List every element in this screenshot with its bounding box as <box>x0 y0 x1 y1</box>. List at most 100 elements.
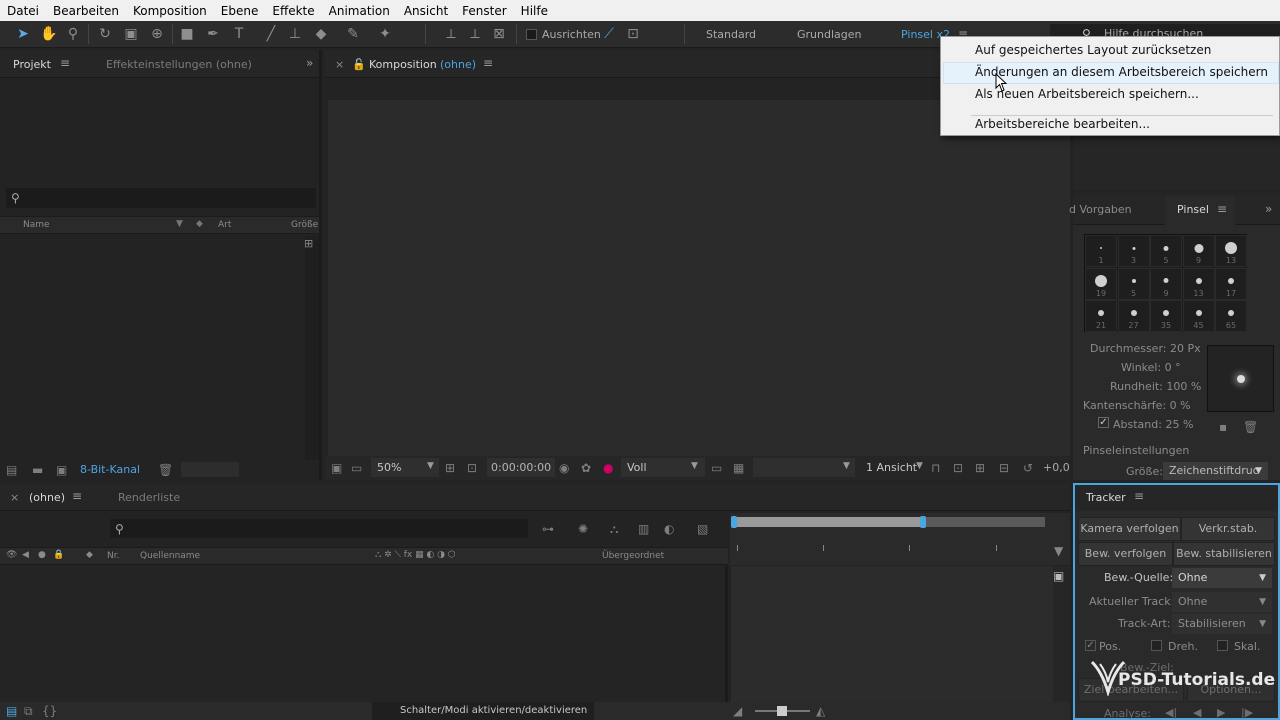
toggle-panes-icon[interactable]: ▤ <box>6 703 17 719</box>
audio-icon[interactable]: ◀ <box>22 550 29 560</box>
motion-blur-icon[interactable]: ◐ <box>664 521 674 537</box>
brush-tip[interactable]: 5 <box>1117 267 1150 300</box>
menu-komposition[interactable]: Komposition <box>126 4 214 18</box>
rotation-checkbox[interactable] <box>1151 640 1162 651</box>
graph-editor-icon[interactable]: ▧ <box>697 521 708 537</box>
local-axis-icon[interactable]: ⟂ <box>442 25 460 43</box>
workspace-grundlagen[interactable]: Grundlagen <box>797 28 862 41</box>
brush-tip[interactable]: 13 <box>1215 235 1247 267</box>
camera-view-dropdown[interactable]: ▼ <box>753 458 855 477</box>
views-dropdown[interactable]: 1 Ansicht <box>866 461 917 474</box>
new-composition-icon[interactable]: ▣ <box>56 462 67 478</box>
eraser-tool-icon[interactable]: ◆ <box>312 25 330 43</box>
color-channel-icon[interactable]: ● <box>603 460 613 476</box>
brush-tip[interactable]: 13 <box>1182 267 1215 300</box>
label-tag-icon[interactable]: ◆ <box>86 550 93 560</box>
project-menu-icon[interactable]: ≡ <box>60 56 70 70</box>
tab-timeline[interactable]: (ohne) <box>29 491 65 504</box>
analyze-back-step-button[interactable]: ◀| <box>1165 706 1177 719</box>
timeline-menu-icon[interactable]: ≡ <box>72 489 82 503</box>
menu-bearbeiten[interactable]: Bearbeiten <box>46 4 126 18</box>
track-motion-button[interactable]: Bew. verfolgen <box>1078 542 1173 566</box>
brush-tip[interactable]: 1 <box>1085 235 1117 267</box>
flowchart-icon[interactable]: ▣ <box>1053 568 1064 584</box>
zoom-dropdown[interactable]: 50% ▼ <box>371 458 439 477</box>
zoom-out-icon[interactable]: ◢ <box>733 703 742 719</box>
brush-tip[interactable]: 21 <box>1085 300 1117 332</box>
sort-arrow-icon[interactable]: ▼ <box>176 219 183 229</box>
project-search-input[interactable]: ⚲ <box>6 188 316 208</box>
panel-overflow-icon[interactable]: » <box>306 56 313 70</box>
brush-tip[interactable]: 9 <box>1150 267 1182 300</box>
project-footer-slider[interactable] <box>181 462 239 477</box>
label-tag-icon[interactable]: ◆ <box>196 219 203 229</box>
toggle-pixel-aspect-icon[interactable]: ⊓ <box>931 460 940 476</box>
align-checkbox[interactable] <box>526 29 537 40</box>
eye-icon[interactable]: 👁 <box>6 550 17 560</box>
interpret-footage-icon[interactable]: ▤ <box>6 462 17 478</box>
draft-3d-icon[interactable]: ✺ <box>578 521 588 537</box>
menu-fenster[interactable]: Fenster <box>455 4 514 18</box>
tab-composition[interactable]: Komposition <box>369 58 437 71</box>
menu-ebene[interactable]: Ebene <box>214 4 266 18</box>
close-tab-icon[interactable]: × <box>335 58 344 71</box>
brush-tip[interactable]: 19 <box>1085 267 1117 300</box>
current-track-dropdown[interactable]: Ohne ▼ <box>1172 592 1272 612</box>
exposure-value[interactable]: +0,0 <box>1043 461 1070 474</box>
toggle-switches-modes-button[interactable]: Schalter/Modi aktivieren/deaktivieren <box>372 702 594 720</box>
brush-spacing[interactable]: Abstand: 25 % <box>1113 418 1193 431</box>
menu-datei[interactable]: Datei <box>0 4 46 18</box>
brush-diameter[interactable]: Durchmesser: 20 Px <box>1090 342 1201 355</box>
timeline-graph-area[interactable] <box>731 566 1053 702</box>
brush-tip[interactable]: 35 <box>1150 300 1182 332</box>
brush-tip[interactable]: 17 <box>1215 267 1247 300</box>
brush-tip[interactable]: 45 <box>1182 300 1215 332</box>
comp-button-icon[interactable]: ▼ <box>1054 543 1063 559</box>
menu-animation[interactable]: Animation <box>322 4 397 18</box>
grid-icon[interactable]: ⊞ <box>445 460 455 476</box>
flowchart-icon[interactable]: ⊟ <box>999 460 1009 476</box>
rotate-tool-icon[interactable]: ↻ <box>96 25 114 43</box>
brush-tip[interactable]: 27 <box>1117 300 1150 332</box>
track-type-dropdown[interactable]: Stabilisieren ▼ <box>1172 614 1272 634</box>
lock-icon[interactable]: 🔓 <box>352 58 366 71</box>
brush-size-dropdown[interactable]: Zeichenstiftdruc ▼ <box>1163 462 1268 480</box>
transparency-grid-icon[interactable]: ⊡ <box>467 460 477 476</box>
stabilize-motion-button[interactable]: Bew. stabilisieren <box>1173 542 1275 566</box>
column-source-name[interactable]: Quellenname <box>140 551 200 561</box>
fast-previews-icon[interactable]: ⊡ <box>953 460 963 476</box>
project-scrollbar[interactable] <box>305 236 319 462</box>
column-name[interactable]: Name <box>23 220 50 230</box>
tracker-menu-icon[interactable]: ≡ <box>1134 489 1144 503</box>
brush-tip[interactable]: 9 <box>1182 235 1215 267</box>
tab-brushes[interactable]: Pinsel <box>1177 203 1209 216</box>
warp-stabilizer-button[interactable]: Verkr.stab. <box>1181 517 1275 541</box>
pen-tool-icon[interactable]: ✒ <box>204 25 222 43</box>
bit-depth-button[interactable]: 8-Bit-Kanal <box>80 463 140 476</box>
resolution-dropdown[interactable]: Voll ▼ <box>621 458 705 477</box>
motion-source-dropdown[interactable]: Ohne ▼ <box>1172 568 1272 588</box>
new-brush-icon[interactable]: ▪ <box>1219 419 1227 435</box>
frame-blending-icon[interactable]: ▥ <box>638 521 649 537</box>
menu-item-save-changes[interactable]: Änderungen an diesem Arbeitsbereich spei… <box>975 65 1268 79</box>
in-out-icon[interactable]: {} <box>42 703 57 719</box>
brush-hardness[interactable]: Kantenschärfe: 0 % <box>1083 399 1191 412</box>
show-snapshot-icon[interactable]: ✿ <box>581 460 591 476</box>
work-area-range[interactable] <box>735 517 923 527</box>
zoom-in-icon[interactable]: ◭ <box>816 703 825 719</box>
tab-project[interactable]: Projekt <box>13 58 51 71</box>
layer-switches-icon[interactable]: ⛬ ✲ ⟍ fx ▦ ◐ ◑ ⬡ <box>375 550 456 560</box>
tab-presets[interactable]: d Vorgaben <box>1069 203 1132 216</box>
roto-brush-tool-icon[interactable]: ✎ <box>344 25 362 43</box>
solo-icon[interactable]: ● <box>38 550 46 560</box>
timeline-icon[interactable]: ⊞ <box>975 460 985 476</box>
scale-checkbox[interactable] <box>1217 640 1228 651</box>
brush-tip[interactable]: 5 <box>1150 235 1182 267</box>
timeline-scrollbar[interactable]: ▣ <box>1053 566 1070 702</box>
work-area-start-handle[interactable] <box>731 516 737 528</box>
menu-ansicht[interactable]: Ansicht <box>397 4 455 18</box>
close-tab-icon[interactable]: × <box>10 491 19 504</box>
pan-behind-tool-icon[interactable]: ⊕ <box>148 25 166 43</box>
brush-angle[interactable]: Winkel: 0 ° <box>1121 361 1181 374</box>
spacing-checkbox[interactable]: ✓ <box>1098 417 1109 428</box>
